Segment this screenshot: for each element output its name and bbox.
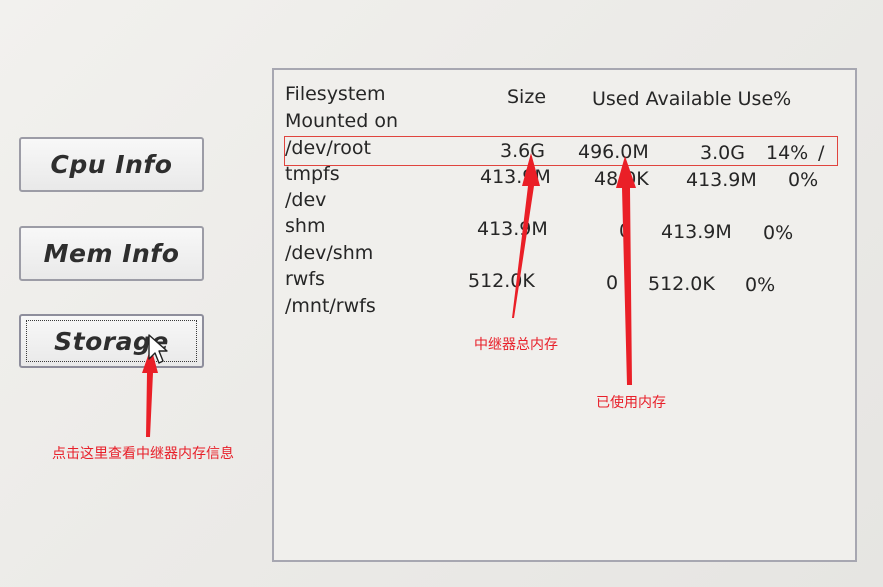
row-shm-size: 413.9M bbox=[477, 218, 548, 240]
cpu-info-button[interactable]: Cpu Info bbox=[19, 137, 204, 192]
row-shm-used: 0 bbox=[619, 220, 632, 242]
root-row-highlight bbox=[284, 136, 838, 166]
mouse-cursor-icon bbox=[148, 334, 168, 364]
row-tmpfs-used: 48.0K bbox=[594, 168, 649, 190]
row-shm-use-pct: 0% bbox=[763, 222, 794, 244]
row-tmpfs-use-pct: 0% bbox=[788, 169, 819, 191]
annotation-total-memory: 中继器总内存 bbox=[474, 337, 558, 353]
cpu-info-label: Cpu Info bbox=[50, 150, 173, 179]
row-shm-mounted-on: /dev/shm bbox=[285, 242, 374, 264]
row-tmpfs-available: 413.9M bbox=[686, 169, 757, 191]
header-used-available-use: Used Available Use% bbox=[592, 88, 792, 110]
row-rwfs-available: 512.0K bbox=[648, 273, 715, 295]
annotation-used-memory: 已使用内存 bbox=[596, 395, 666, 411]
row-shm-filesystem: shm bbox=[285, 215, 326, 237]
row-rwfs-mounted-on: /mnt/rwfs bbox=[285, 295, 376, 317]
row-tmpfs-mounted-on: /dev bbox=[285, 189, 327, 211]
row-rwfs-used: 0 bbox=[606, 272, 619, 294]
row-tmpfs-size: 413.9M bbox=[480, 166, 551, 188]
header-size: Size bbox=[507, 86, 547, 108]
annotation-click-here: 点击这里查看中继器内存信息 bbox=[52, 446, 234, 462]
row-shm-available: 413.9M bbox=[661, 221, 732, 243]
row-rwfs-filesystem: rwfs bbox=[285, 268, 325, 290]
header-mounted-on: Mounted on bbox=[285, 110, 399, 132]
storage-button[interactable]: Storage bbox=[19, 314, 204, 368]
row-tmpfs-filesystem: tmpfs bbox=[285, 163, 340, 185]
header-filesystem: Filesystem bbox=[285, 83, 386, 105]
mem-info-label: Mem Info bbox=[43, 239, 180, 268]
focus-ring bbox=[26, 320, 197, 362]
row-rwfs-use-pct: 0% bbox=[745, 274, 776, 296]
mem-info-button[interactable]: Mem Info bbox=[19, 226, 204, 281]
row-rwfs-size: 512.0K bbox=[468, 270, 535, 292]
